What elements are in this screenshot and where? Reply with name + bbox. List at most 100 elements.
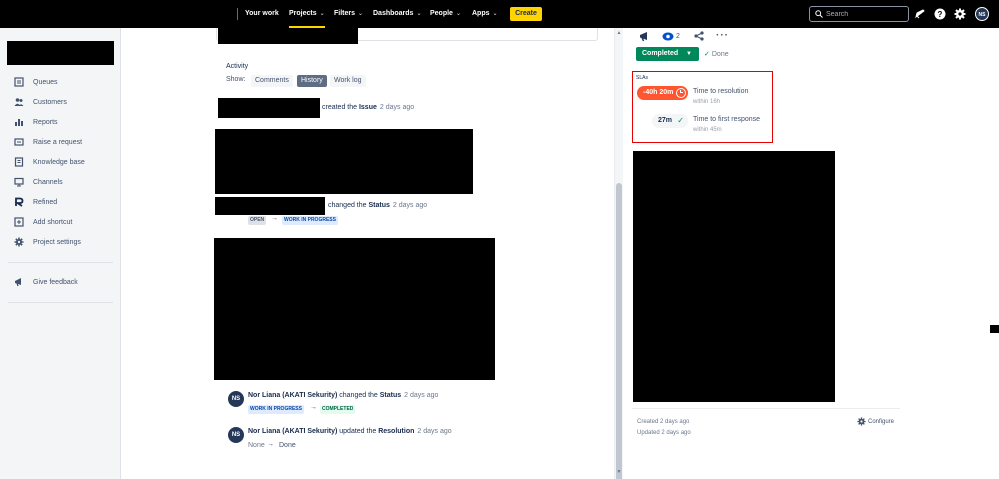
history-field: Status [368,202,390,209]
arrow-right-icon: → [271,215,278,222]
created-date: Created 2 days ago [637,419,690,425]
resolution-to: Done [279,442,296,449]
project-settings-icon [14,237,24,247]
chevron-down-icon: ⌄ [416,11,422,17]
sidebar-item-raise-request[interactable]: Raise a request [14,135,82,149]
sidebar-item-knowledge-base[interactable]: Knowledge base [14,155,85,169]
main-scrollbar[interactable]: ▲ ▼ [614,28,623,479]
redacted-block [214,238,495,380]
scrollbar-thumb[interactable] [616,183,622,479]
history-author: Nor Liana (AKATI Sekurity) [248,392,338,399]
search-input[interactable] [826,8,906,20]
sidebar-item-label: Reports [33,118,58,126]
nav-dashboards[interactable]: Dashboards ⌄ [373,0,422,28]
redacted-project-header [7,41,114,65]
tab-work-log[interactable]: Work log [330,75,366,87]
notifications-icon[interactable] [914,8,926,20]
redacted-author [218,98,320,118]
history-field: Issue [358,104,377,111]
sla-value: -40h 20m [643,89,674,96]
sidebar-item-project-settings[interactable]: Project settings [14,235,81,249]
status-dropdown-button[interactable]: Completed ▼ [636,47,699,61]
sidebar-divider [8,262,113,263]
check-icon: ✓ [704,51,710,58]
avatar: NS [228,427,244,443]
tab-history[interactable]: History [297,75,327,87]
history-action-text: updated the [337,428,379,435]
sidebar-item-reports[interactable]: Reports [14,115,58,129]
status-lozenge-completed: COMPLETED [320,405,356,414]
channels-icon [14,177,24,187]
reports-icon [15,119,23,126]
history-entry-resolution: Nor Liana (AKATI Sekurity) updated the R… [248,428,452,435]
redacted-block [215,129,473,194]
give-feedback-link[interactable]: Give feedback [14,275,78,289]
resolution-label: Done [711,51,729,58]
queues-icon [14,77,24,87]
nav-filters[interactable]: Filters ⌄ [334,0,363,28]
configure-button[interactable]: Configure [857,417,894,426]
history-field: Status [379,392,402,399]
sidebar-item-customers[interactable]: Customers [14,95,67,109]
nav-apps-label: Apps [472,10,490,17]
configure-label: Configure [868,418,895,425]
check-icon: ✓ [677,116,684,125]
top-navigation-bar: Your work Projects ⌄ Filters ⌄ Dashboards ⌄… [0,0,999,28]
nav-dashboards-label: Dashboards [373,10,414,17]
details-divider [632,408,900,409]
nav-apps[interactable]: Apps ⌄ [472,0,498,28]
svg-text:?: ? [938,10,943,19]
sla-name: Time to resolution [693,88,749,95]
redacted-block [218,28,358,44]
sidebar-item-channels[interactable]: Channels [14,175,63,189]
create-button[interactable]: Create [510,7,542,21]
tab-comments[interactable]: Comments [251,75,293,87]
history-time: 2 days ago [392,202,428,209]
history-time: 2 days ago [417,428,452,435]
watch-eye-icon[interactable] [662,32,674,41]
nav-projects[interactable]: Projects ⌄ [289,0,325,28]
clock-icon [676,88,686,98]
arrow-right-icon: → [267,441,274,448]
nav-filters-label: Filters [334,10,356,17]
nav-projects-label: Projects [289,10,317,17]
sla-breached-badge: -40h 20m [637,86,688,100]
status-lozenge-in-progress: WORK IN PROGRESS [282,216,338,225]
sidebar-item-add-shortcut[interactable]: Add shortcut [14,215,72,229]
sidebar-item-label: Refined [33,198,58,206]
sidebar-item-queues[interactable]: Queues [14,75,58,89]
status-label: Completed [642,50,679,57]
profile-avatar[interactable]: NS [975,7,989,21]
refined-icon [14,197,24,207]
nav-your-work-label: Your work [245,10,279,17]
raise-request-icon [14,138,24,146]
search-box[interactable] [809,6,909,22]
nav-people[interactable]: People ⌄ [430,0,461,28]
search-icon [815,10,823,18]
sidebar-item-label: Channels [33,178,63,186]
updated-date: Updated 2 days ago [637,430,691,436]
chevron-down-icon: ⌄ [319,11,325,17]
sidebar-item-refined[interactable]: Refined [14,195,57,209]
sidebar-item-label: Project settings [33,238,81,246]
scroll-up-icon[interactable]: ▲ [616,30,622,36]
gear-icon [857,417,866,426]
sidebar-item-label: Queues [33,78,58,86]
scroll-down-icon[interactable]: ▼ [616,469,622,475]
history-time: 2 days ago [379,104,415,111]
knowledge-base-icon [14,157,24,167]
sla-title: SLAs [636,75,648,81]
history-action-text: created the [322,104,359,111]
history-action-text: changed the [337,392,380,399]
history-entry-status: changed the Status 2 days ago [328,202,427,209]
nav-your-work[interactable]: Your work [245,0,279,28]
settings-icon[interactable] [954,8,966,20]
more-actions-icon[interactable]: ··· [716,30,729,41]
sidebar-item-label: Raise a request [33,138,83,146]
share-icon[interactable] [694,31,704,41]
feedback-megaphone-icon[interactable] [639,31,651,42]
resolution-indicator: ✓ Done [704,50,729,58]
arrow-right-icon: → [310,404,317,411]
help-icon[interactable]: ? [934,8,946,20]
sidebar-item-label: Add shortcut [33,218,73,226]
